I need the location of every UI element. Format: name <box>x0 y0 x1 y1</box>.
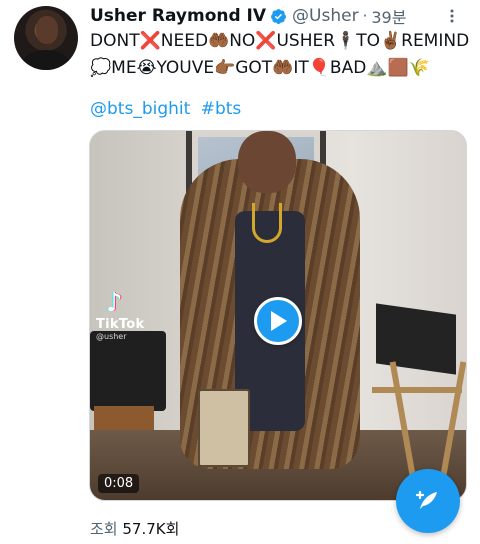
compose-tweet-icon <box>415 490 437 509</box>
play-icon[interactable] <box>254 297 302 345</box>
mention-link[interactable]: @bts_bighit <box>90 99 190 119</box>
tiktok-watermark: ♪ TikTok @usher <box>96 289 156 349</box>
tweet-text: DONT❌NEED🤲🏾NO❌USHER🕴🏾TO✌🏾REMIND💭ME😭YOUVE… <box>90 31 470 78</box>
tiktok-icon: ♪ <box>106 288 123 318</box>
avatar-shoulders <box>20 50 72 70</box>
briefcase <box>198 389 250 467</box>
hashtag-row: @bts_bighit #bts <box>90 99 241 119</box>
views-label: 조회 <box>90 520 118 538</box>
separator-dot: · <box>362 7 368 25</box>
director-chair-back <box>376 303 456 375</box>
person-head <box>238 131 296 193</box>
avatar-head <box>36 16 58 44</box>
verified-badge-icon <box>271 8 286 24</box>
compose-tweet-button[interactable] <box>396 469 460 533</box>
views-number: 57.7K회 <box>122 520 180 538</box>
hashtag-link[interactable]: #bts <box>201 99 242 119</box>
gold-chain <box>252 203 282 243</box>
more-options-icon[interactable] <box>442 6 462 26</box>
display-name[interactable]: Usher Raymond IV <box>90 6 266 26</box>
avatar[interactable] <box>14 6 78 70</box>
tiktok-label: TikTok <box>96 317 145 332</box>
tiktok-username: @usher <box>96 332 127 341</box>
tweet-header: Usher Raymond IV @Usher · 39분 <box>90 4 466 28</box>
tweet-timestamp[interactable]: 39분 <box>371 4 406 28</box>
video-duration: 0:08 <box>98 474 140 493</box>
video-player[interactable]: ♪ TikTok @usher 0:08 <box>89 130 467 501</box>
author-handle[interactable]: @Usher <box>292 6 359 26</box>
view-count: 조회 57.7K회 <box>90 518 179 539</box>
